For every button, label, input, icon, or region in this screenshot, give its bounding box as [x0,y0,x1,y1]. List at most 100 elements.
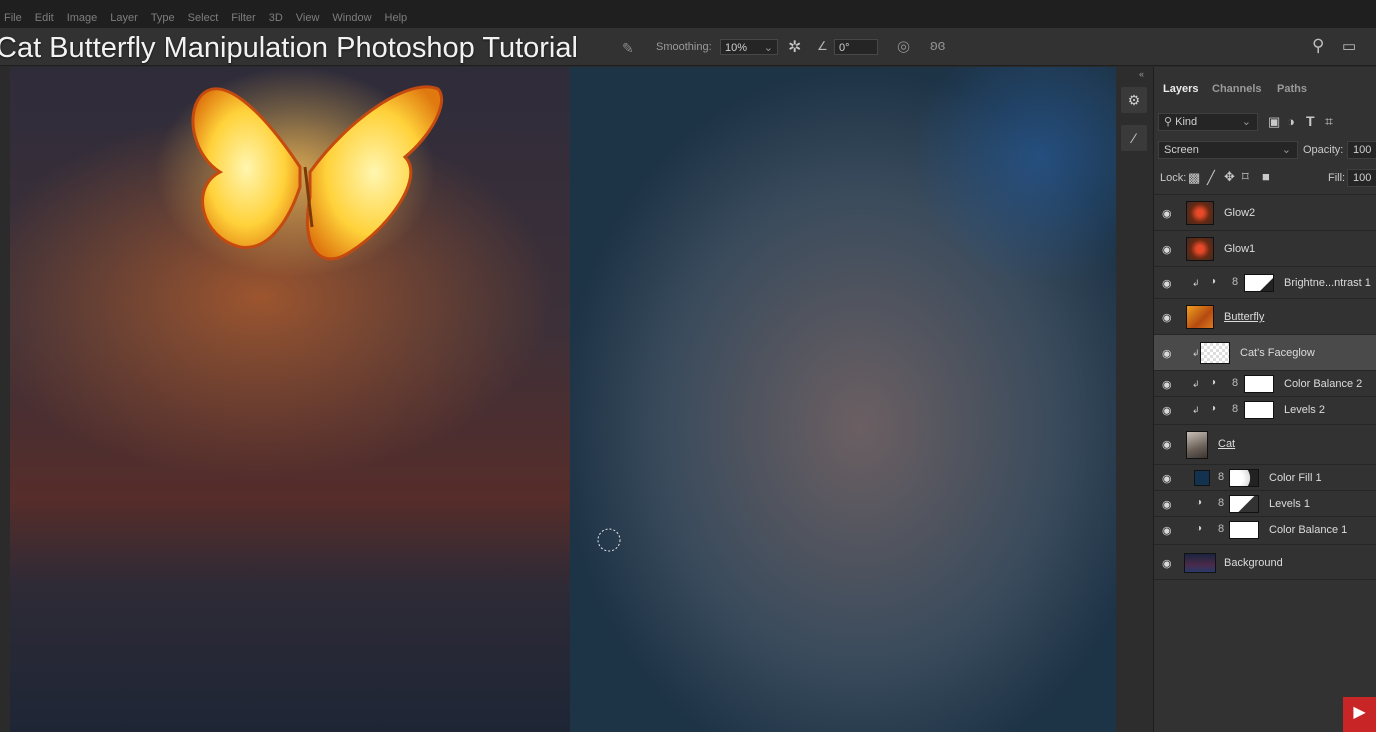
adjustment-icon: ◑ [1196,523,1203,534]
layer-row-cat[interactable]: ◉ Cat [1154,424,1376,464]
layer-row-levels-1[interactable]: ◉ ◑ 8 Levels 1 [1154,490,1376,516]
lock-all-icon[interactable]: ■ [1262,169,1270,184]
menu-window[interactable]: Window [332,12,371,24]
layer-row-brightness-contrast[interactable]: ◉ ↲ ◑ 8 Brightne...ntrast 1 [1154,266,1376,298]
layer-name: Color Balance 2 [1284,378,1363,390]
eye-icon[interactable]: ◉ [1162,243,1172,256]
smoothing-input[interactable]: 10% ⌄ [720,39,778,55]
menu-help[interactable]: Help [385,12,408,24]
layer-name: Levels 1 [1269,498,1310,510]
layer-thumbnail [1186,305,1214,329]
angle-value: 0° [839,42,850,54]
filter-kind-select[interactable]: ⚲ Kind ⌄ [1158,113,1258,131]
opacity-input[interactable]: 100 [1347,141,1376,159]
layer-mask-thumbnail [1244,274,1274,292]
clip-icon: ↲ [1192,278,1200,288]
butterfly-symmetry-icon[interactable]: ʚɞ [930,37,945,54]
brush-settings-icon[interactable]: ⁄ [1121,125,1147,151]
layer-name: Color Fill 1 [1269,472,1322,484]
layer-row-glow2[interactable]: ◉ Glow2 [1154,194,1376,230]
workspace-icon[interactable]: ▭ [1342,37,1356,55]
menu-select[interactable]: Select [188,12,219,24]
layer-mask-thumbnail [1244,401,1274,419]
gear-icon[interactable]: ✲ [788,37,801,57]
color-swatch[interactable] [1194,470,1210,486]
tab-channels[interactable]: Channels [1212,83,1262,95]
layer-name: Butterfly [1224,311,1265,323]
eye-icon[interactable]: ◉ [1162,378,1172,391]
eye-icon[interactable]: ◉ [1162,311,1172,324]
filter-pixel-icon[interactable]: ▣ [1268,114,1280,130]
eye-icon[interactable]: ◉ [1162,404,1172,417]
layer-row-color-balance-2[interactable]: ◉ ↲ ◑ 8 Color Balance 2 [1154,370,1376,396]
photoshop-window: File Edit Image Layer Type Select Filter… [0,0,1376,732]
layer-name: Cat [1218,438,1236,450]
layer-name: Glow2 [1224,207,1256,219]
lock-transparent-icon[interactable]: ▩ [1188,170,1200,186]
layer-mask-thumbnail [1244,375,1274,393]
chain-icon[interactable]: 8 [1232,377,1238,389]
eye-icon[interactable]: ◉ [1162,557,1172,570]
layer-thumbnail [1186,431,1208,459]
angle-icon: ∠ [817,39,828,53]
filter-type-icon[interactable]: T [1306,113,1315,129]
smoothing-label: Smoothing: [656,41,712,53]
menu-type[interactable]: Type [151,12,175,24]
filter-kind-value: Kind [1175,116,1198,128]
smoothing-value: 10% [725,42,748,54]
properties-icon[interactable]: ⚙ [1121,87,1147,113]
menu-image[interactable]: Image [67,12,98,24]
lock-move-icon[interactable]: ✥ [1224,169,1235,185]
angle-input[interactable]: 0° [834,39,878,55]
chain-icon[interactable]: 8 [1218,523,1224,535]
layer-name: Cat's Faceglow [1240,347,1315,359]
youtube-icon[interactable]: ▶ [1343,697,1376,732]
layer-row-color-balance-1[interactable]: ◉ ◑ 8 Color Balance 1 [1154,516,1376,544]
layer-row-color-fill-1[interactable]: ◉ 8 Color Fill 1 [1154,464,1376,490]
layer-row-glow1[interactable]: ◉ Glow1 [1154,230,1376,266]
fill-input[interactable]: 100 [1347,169,1376,187]
search-icon[interactable]: ⚲ [1312,36,1324,56]
menu-3d[interactable]: 3D [269,12,283,24]
menu-edit[interactable]: Edit [35,12,54,24]
lock-artboard-icon[interactable]: ⌑ [1242,169,1249,185]
eye-icon[interactable]: ◉ [1162,277,1172,290]
layer-row-levels-2[interactable]: ◉ ↲ ◑ 8 Levels 2 [1154,396,1376,424]
chevron-down-icon: ⌄ [1281,144,1291,156]
fill-label: Fill: [1328,172,1346,184]
filter-shape-icon[interactable]: ⌗ [1325,113,1333,130]
menu-layer[interactable]: Layer [110,12,138,24]
eye-icon[interactable]: ◉ [1162,472,1172,485]
airbrush-icon[interactable]: ✎ [622,40,634,57]
chain-icon[interactable]: 8 [1232,276,1238,288]
layer-row-butterfly[interactable]: ◉ Butterfly [1154,298,1376,334]
pressure-icon[interactable]: ◎ [897,37,910,55]
chain-icon[interactable]: 8 [1218,497,1224,509]
chain-icon[interactable]: 8 [1218,471,1224,483]
eye-icon[interactable]: ◉ [1162,207,1172,220]
lock-paint-icon[interactable]: ╱ [1207,170,1215,186]
collapse-icon[interactable]: « [1139,69,1144,79]
filter-adjustment-icon[interactable]: ◑ [1287,114,1295,129]
eye-icon[interactable]: ◉ [1162,524,1172,537]
adjustment-icon: ◑ [1210,377,1217,388]
panel-dock: « ⚙ ⁄ [1116,67,1153,732]
layer-mask-thumbnail [1229,469,1259,487]
tab-paths[interactable]: Paths [1277,83,1307,95]
chain-icon[interactable]: 8 [1232,403,1238,415]
layer-name: Levels 2 [1284,404,1325,416]
blend-mode-select[interactable]: Screen ⌄ [1158,141,1298,159]
menu-filter[interactable]: Filter [231,12,255,24]
eye-icon[interactable]: ◉ [1162,498,1172,511]
tab-layers[interactable]: Layers [1163,83,1198,95]
document-canvas[interactable] [10,67,1153,732]
eye-icon[interactable]: ◉ [1162,347,1172,360]
layer-thumbnail [1184,553,1216,573]
menu-file[interactable]: File [4,12,22,24]
eye-icon[interactable]: ◉ [1162,438,1172,451]
layer-name: Background [1224,557,1283,569]
layer-row-background[interactable]: ◉ Background [1154,544,1376,580]
layers-panel: Layers Channels Paths ⚲ Kind ⌄ ▣ ◑ T ⌗ S… [1153,67,1376,732]
menu-view[interactable]: View [296,12,320,24]
layer-row-cats-faceglow[interactable]: ◉ ↲ Cat's Faceglow [1154,334,1376,370]
